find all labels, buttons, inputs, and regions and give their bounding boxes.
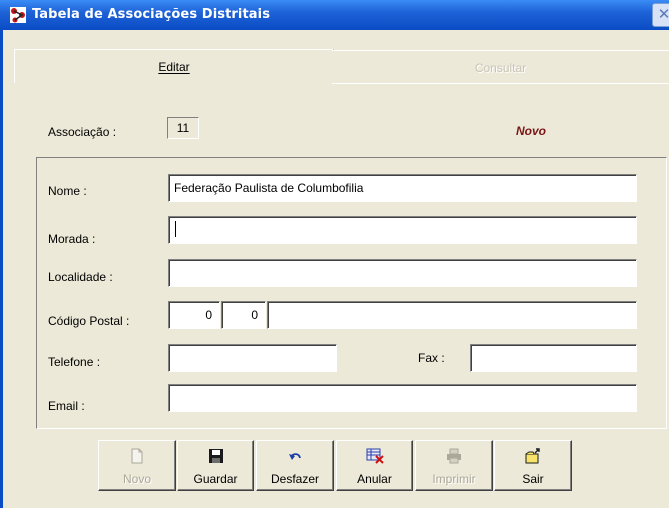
imprimir-button-label: Imprimir <box>432 472 476 486</box>
window-title: Tabela de Associações Distritais <box>32 7 271 22</box>
desfazer-button[interactable]: Desfazer <box>256 440 334 491</box>
app-icon <box>10 7 26 23</box>
text-cursor <box>175 221 176 237</box>
imprimir-button[interactable]: Imprimir <box>415 440 493 491</box>
new-document-icon <box>131 448 143 464</box>
undo-arrow-icon <box>289 453 301 460</box>
fax-label: Fax : <box>418 351 445 365</box>
associacao-label: Associação : <box>48 125 117 139</box>
exit-folder-icon <box>525 448 540 464</box>
novo-button[interactable]: Novo <box>98 440 176 491</box>
desfazer-button-label: Desfazer <box>270 472 320 486</box>
sair-button-label: Sair <box>522 472 544 486</box>
anular-button-label: Anular <box>357 472 392 486</box>
codigo-postal-label: Código Postal : <box>48 314 130 328</box>
close-icon: ✕ <box>657 6 669 23</box>
nome-label: Nome : <box>48 184 87 198</box>
guardar-button-label: Guardar <box>193 472 238 486</box>
codigo-postal-field-2[interactable]: 0 <box>221 301 266 329</box>
localidade-field[interactable] <box>168 259 637 287</box>
guardar-button[interactable]: Guardar <box>177 440 254 491</box>
codigo-postal-field-1[interactable]: 0 <box>168 301 220 329</box>
application-window: Tabela de Associações Distritais ✕ Edita… <box>0 0 669 508</box>
tab-consultar[interactable]: Consultar <box>332 50 669 84</box>
anular-button[interactable]: Anular <box>336 440 413 491</box>
localidade-label: Localidade : <box>48 270 113 284</box>
close-button[interactable]: ✕ <box>652 3 669 27</box>
status-label: Novo <box>516 124 546 138</box>
nome-field[interactable]: Federação Paulista de Columbofilia <box>168 174 637 202</box>
printer-icon <box>447 448 461 464</box>
fax-field[interactable] <box>470 344 637 372</box>
tab-editar[interactable]: Editar <box>14 49 334 83</box>
email-field[interactable] <box>168 384 637 412</box>
title-bar[interactable]: Tabela de Associações Distritais ✕ <box>0 0 669 30</box>
window-border <box>0 30 3 508</box>
associacao-value: 11 <box>167 117 199 139</box>
telefone-field[interactable] <box>168 344 337 372</box>
morada-field[interactable] <box>168 216 637 244</box>
email-label: Email : <box>48 399 85 413</box>
sair-button[interactable]: Sair <box>494 440 572 491</box>
telefone-label: Telefone : <box>48 355 101 369</box>
floppy-disk-icon <box>208 449 223 463</box>
codigo-postal-field-3[interactable] <box>267 301 637 329</box>
tab-consultar-label: Consultar <box>474 61 527 75</box>
tab-editar-label: Editar <box>158 60 190 74</box>
delete-record-icon <box>366 448 384 464</box>
novo-button-label: Novo <box>122 472 151 486</box>
morada-label: Morada : <box>48 232 96 246</box>
